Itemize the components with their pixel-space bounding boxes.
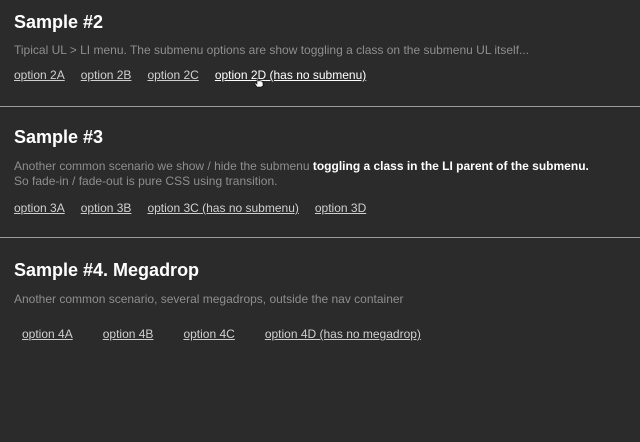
divider-1 (0, 106, 640, 107)
sample-4-menu: option 4A option 4B option 4C option 4D … (14, 326, 640, 342)
option-2d-link[interactable]: option 2D (has no submenu) (215, 68, 366, 82)
sample-3-title: Sample #3 (14, 127, 104, 147)
hand-pointer-icon (254, 76, 264, 88)
sample-3-description: Another common scenario we show / hide t… (14, 159, 640, 189)
option-3c-link[interactable]: option 3C (has no submenu) (147, 201, 298, 215)
menu-item-option-4a: option 4A (22, 326, 73, 342)
option-4a-link[interactable]: option 4A (22, 327, 73, 341)
menu-item-option-3b: option 3B (81, 200, 132, 216)
option-2a-link[interactable]: option 2A (14, 68, 65, 82)
option-4c-link[interactable]: option 4C (183, 327, 234, 341)
sample-2-description: Tipical UL > LI menu. The submenu option… (14, 43, 530, 57)
menu-item-option-4c: option 4C (183, 326, 234, 342)
option-4b-link[interactable]: option 4B (103, 327, 154, 341)
divider-2 (0, 237, 640, 238)
sample-2-section: Sample #2 Tipical UL > LI menu. The subm… (14, 11, 640, 83)
option-2b-link[interactable]: option 2B (81, 68, 132, 82)
sample-2-title: Sample #2 (14, 12, 104, 32)
option-2c-link[interactable]: option 2C (147, 68, 198, 82)
sample-3-description-text: Another common scenario we show / hide t… (14, 159, 313, 173)
option-3d-link[interactable]: option 3D (315, 201, 366, 215)
sample-3-section: Sample #3 Another common scenario we sho… (14, 126, 640, 216)
menu-item-option-2c: option 2C (147, 67, 198, 83)
option-3a-link[interactable]: option 3A (14, 201, 65, 215)
sample-4-title: Sample #4. Megadrop (14, 260, 200, 280)
sample-3-description-line2: So fade-in / fade-out is pure CSS using … (14, 174, 278, 188)
menu-item-option-3d: option 3D (315, 200, 366, 216)
menu-item-option-4b: option 4B (103, 326, 154, 342)
menu-item-option-4d: option 4D (has no megadrop) (265, 326, 421, 342)
menu-item-option-3a: option 3A (14, 200, 65, 216)
sample-3-menu: option 3A option 3B option 3C (has no su… (14, 200, 640, 216)
option-4d-link[interactable]: option 4D (has no megadrop) (265, 327, 421, 341)
menu-item-option-2b: option 2B (81, 67, 132, 83)
menu-item-option-2d: option 2D (has no submenu) (215, 67, 366, 83)
sample-4-section: Sample #4. Megadrop Another common scena… (14, 259, 640, 342)
menu-item-option-2a: option 2A (14, 67, 65, 83)
option-3b-link[interactable]: option 3B (81, 201, 132, 215)
sample-3-description-emphasis: toggling a class in the LI parent of the… (312, 159, 589, 173)
sample-2-menu: option 2A option 2B option 2C option 2D … (14, 67, 640, 83)
menu-item-option-3c: option 3C (has no submenu) (147, 200, 298, 216)
sample-4-description: Another common scenario, several megadro… (14, 292, 404, 306)
